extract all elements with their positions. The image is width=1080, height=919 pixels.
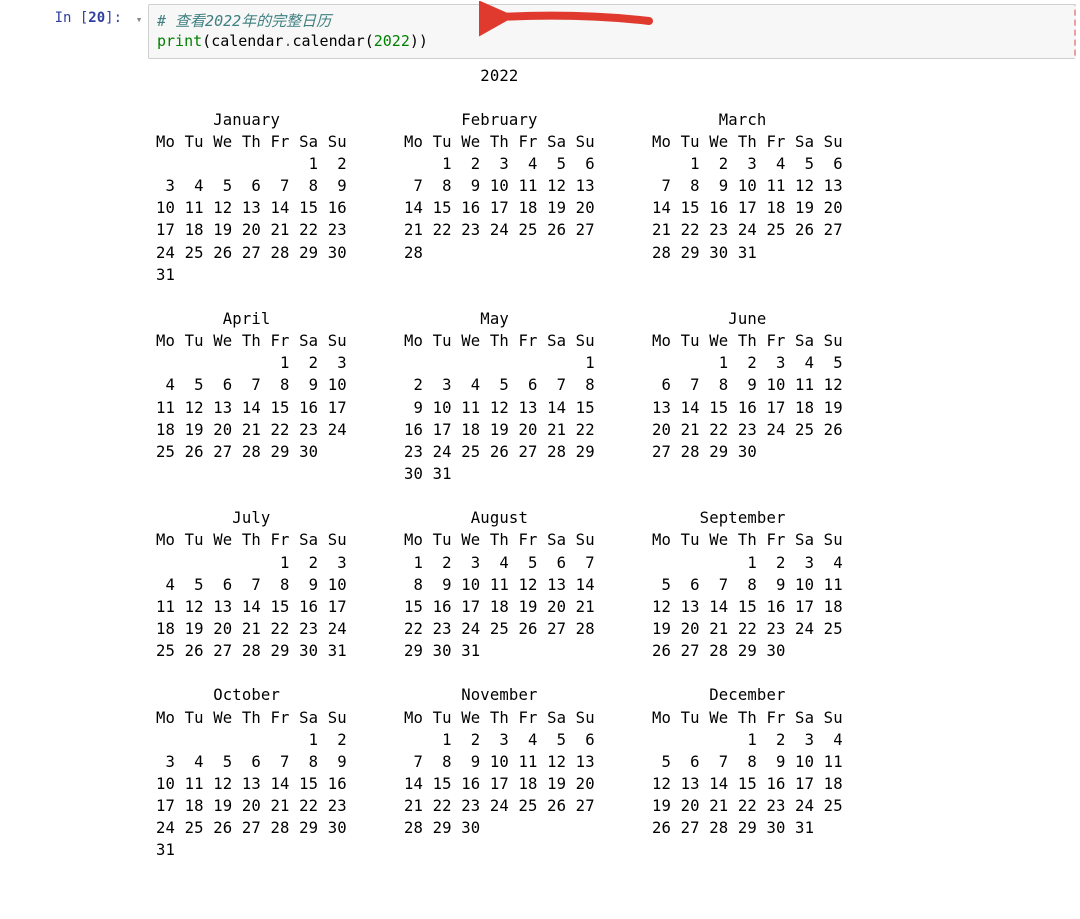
code-cell: In [20]: ▾ # 查看2022年的完整日历 print(calendar… [0,0,1080,59]
code-arg: 2022 [374,32,410,50]
code-module: calendar [211,32,283,50]
code-method: calendar [292,32,364,50]
prompt-number: 20 [88,10,105,26]
cell-collapser-icon[interactable]: ▾ [130,4,148,59]
code-line-2: print(calendar.calendar(2022)) [157,31,1066,51]
prompt-suffix: ]: [105,10,122,26]
prompt-in: In [ [55,10,89,26]
calendar-output: 2022 January February March Mo Tu We Th … [156,65,1080,862]
cell-output: 2022 January February March Mo Tu We Th … [148,59,1080,862]
code-comment: # 查看2022年的完整日历 [157,12,331,30]
chevron-down-icon: ▾ [136,13,143,26]
code-line-1: # 查看2022年的完整日历 [157,11,1066,31]
code-editor[interactable]: # 查看2022年的完整日历 print(calendar.calendar(2… [148,4,1076,59]
cell-prompt: In [20]: [0,4,130,59]
code-print: print [157,32,202,50]
